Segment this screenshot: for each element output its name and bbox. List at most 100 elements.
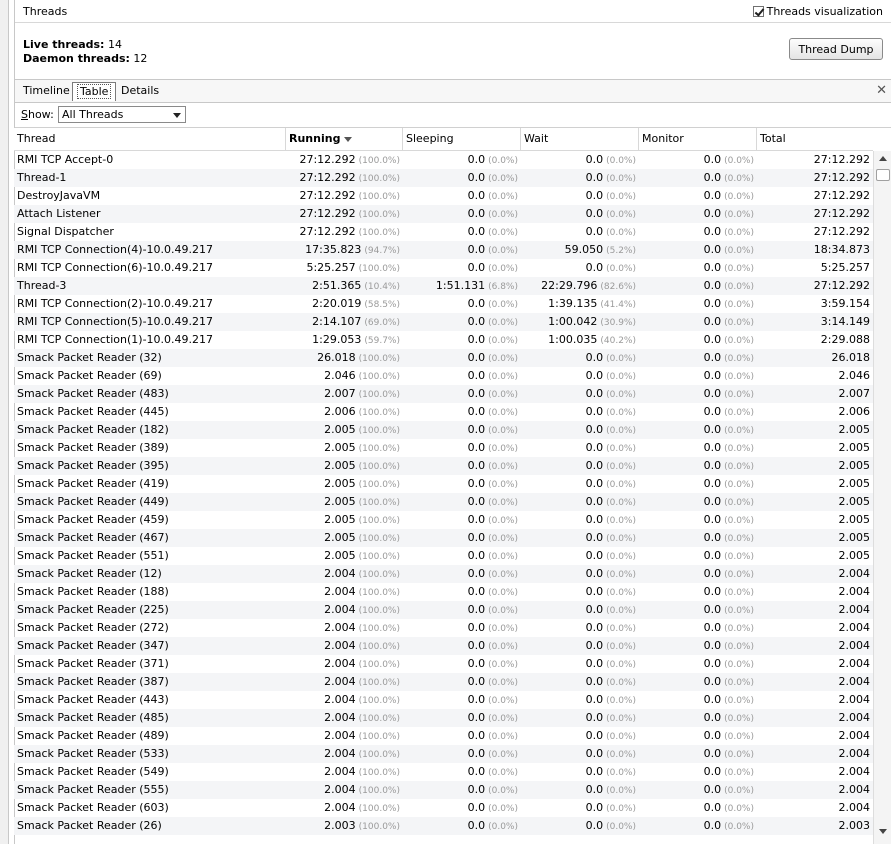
column-header-thread[interactable]: Thread <box>14 128 286 150</box>
table-row[interactable]: Smack Packet Reader (551) 2.005 (100.0%) 0.… <box>14 547 873 565</box>
table-row[interactable]: Smack Packet Reader (395) 2.005 (100.0%) 0.… <box>14 457 873 475</box>
wait-percent: (0.0%) <box>606 426 636 436</box>
threads-visualization-checkbox[interactable] <box>752 6 764 17</box>
wait-percent: (0.0%) <box>606 660 636 670</box>
table-row[interactable]: Smack Packet Reader (371) 2.004 (100.0%) 0.… <box>14 655 873 673</box>
table-row[interactable]: Smack Packet Reader (387) 2.004 (100.0%) 0.… <box>14 673 873 691</box>
table-row[interactable]: Smack Packet Reader (555) 2.004 (100.0%) 0.… <box>14 781 873 799</box>
table-row[interactable]: Smack Packet Reader (182) 2.005 (100.0%) 0.… <box>14 421 873 439</box>
column-header-total[interactable]: Total <box>757 128 873 150</box>
wait-time: 0.0 <box>585 765 604 778</box>
monitor-percent: (0.0%) <box>724 624 754 634</box>
table-row[interactable]: Smack Packet Reader (347) 2.004 (100.0%) 0.… <box>14 637 873 655</box>
table-row[interactable]: Smack Packet Reader (12) 2.004 (100.0%) 0.0… <box>14 565 873 583</box>
table-row[interactable]: Smack Packet Reader (603) 2.004 (100.0%) 0.… <box>14 799 873 817</box>
monitor-time: 0.0 <box>703 639 722 652</box>
table-row[interactable]: RMI TCP Connection(5)-10.0.49.217 2:14.10… <box>14 313 873 331</box>
table-row[interactable]: Smack Packet Reader (485) 2.004 (100.0%) 0.… <box>14 709 873 727</box>
close-icon[interactable]: ✕ <box>876 83 887 98</box>
scrollbar-thumb[interactable] <box>876 169 890 181</box>
running-time: 2.005 <box>324 459 356 472</box>
table-row[interactable]: Smack Packet Reader (188) 2.004 (100.0%) 0.… <box>14 583 873 601</box>
table-row[interactable]: RMI TCP Connection(4)-10.0.49.217 17:35.8… <box>14 241 873 259</box>
tab-details[interactable]: Details <box>117 82 163 100</box>
table-row[interactable]: Smack Packet Reader (443) 2.004 (100.0%) 0.… <box>14 691 873 709</box>
monitor-cell: 0.0 (0.0%) <box>639 259 757 277</box>
wait-cell: 0.0 (0.0%) <box>521 457 639 475</box>
thread-filter-select[interactable]: All Threads <box>58 106 186 123</box>
table-row[interactable]: Thread-3 2:51.365 (10.4%) 1:51.131 (6.8%) 22:… <box>14 277 873 295</box>
tab-timeline[interactable]: Timeline <box>19 82 74 100</box>
wait-cell: 0.0 (0.0%) <box>521 799 639 817</box>
monitor-percent: (0.0%) <box>724 426 754 436</box>
monitor-time: 0.0 <box>703 477 722 490</box>
sleeping-percent: (0.0%) <box>488 228 518 238</box>
monitor-percent: (0.0%) <box>724 588 754 598</box>
running-percent: (100.0%) <box>358 534 400 544</box>
sleeping-percent: (0.0%) <box>488 390 518 400</box>
threads-visualization-toggle[interactable]: Threads visualization <box>752 5 883 18</box>
monitor-time: 0.0 <box>703 729 722 742</box>
table-row[interactable]: Smack Packet Reader (489) 2.004 (100.0%) 0.… <box>14 727 873 745</box>
wait-cell: 0.0 (0.0%) <box>521 601 639 619</box>
running-percent: (100.0%) <box>358 192 400 202</box>
wait-time: 1:39.135 <box>548 297 598 310</box>
table-row[interactable]: Smack Packet Reader (26) 2.003 (100.0%) 0.0… <box>14 817 873 835</box>
table-row[interactable]: Smack Packet Reader (32) 26.018 (100.0%) 0.… <box>14 349 873 367</box>
table-row[interactable]: RMI TCP Connection(2)-10.0.49.217 2:20.01… <box>14 295 873 313</box>
column-header-sleeping[interactable]: Sleeping <box>403 128 521 150</box>
table-row[interactable]: RMI TCP Accept-0 27:12.292 (100.0%) 0.0 (0.0… <box>14 151 873 169</box>
table-row[interactable]: Signal Dispatcher 27:12.292 (100.0%) 0.0 (0.… <box>14 223 873 241</box>
wait-time: 0.0 <box>585 207 604 220</box>
table-row[interactable]: Thread-1 27:12.292 (100.0%) 0.0 (0.0%) 0.0 (0.… <box>14 169 873 187</box>
total-cell: 2.004 <box>838 783 871 796</box>
table-row[interactable]: RMI TCP Connection(6)-10.0.49.217 5:25.25… <box>14 259 873 277</box>
sleeping-percent: (0.0%) <box>488 768 518 778</box>
sleeping-cell: 0.0 (0.0%) <box>403 529 521 547</box>
running-time: 2.004 <box>324 693 356 706</box>
wait-cell: 0.0 (0.0%) <box>521 691 639 709</box>
sleeping-cell: 0.0 (0.0%) <box>403 349 521 367</box>
table-row[interactable]: Smack Packet Reader (225) 2.004 (100.0%) 0.… <box>14 601 873 619</box>
sleeping-time: 0.0 <box>467 495 486 508</box>
monitor-cell: 0.0 (0.0%) <box>639 241 757 259</box>
monitor-time: 0.0 <box>703 369 722 382</box>
table-row[interactable]: Smack Packet Reader (69) 2.046 (100.0%) 0.0… <box>14 367 873 385</box>
scroll-up-icon[interactable] <box>879 156 887 161</box>
running-cell: 2.005 (100.0%) <box>286 529 403 547</box>
table-row[interactable]: RMI TCP Connection(1)-10.0.49.217 1:29.05… <box>14 331 873 349</box>
table-row[interactable]: Smack Packet Reader (483) 2.007 (100.0%) 0.… <box>14 385 873 403</box>
thread-dump-button[interactable]: Thread Dump <box>789 38 883 60</box>
panel-title: Threads <box>23 5 68 18</box>
table-row[interactable]: Smack Packet Reader (459) 2.005 (100.0%) 0.… <box>14 511 873 529</box>
table-row[interactable]: Smack Packet Reader (389) 2.005 (100.0%) 0.… <box>14 439 873 457</box>
sleeping-cell: 0.0 (0.0%) <box>403 187 521 205</box>
vertical-scrollbar[interactable] <box>873 151 891 844</box>
table-row[interactable]: Smack Packet Reader (549) 2.004 (100.0%) 0.… <box>14 763 873 781</box>
column-header-running[interactable]: Running <box>286 128 403 150</box>
table-row[interactable]: Smack Packet Reader (449) 2.005 (100.0%) 0.… <box>14 493 873 511</box>
column-header-wait[interactable]: Wait <box>521 128 639 150</box>
column-header-label: Sleeping <box>406 132 454 145</box>
thread-name-cell: DestroyJavaVM <box>17 189 101 202</box>
wait-cell: 1:39.135 (41.4%) <box>521 295 639 313</box>
sleeping-time: 0.0 <box>467 585 486 598</box>
wait-percent: (0.0%) <box>606 768 636 778</box>
table-row[interactable]: Smack Packet Reader (533) 2.004 (100.0%) 0.… <box>14 745 873 763</box>
table-row[interactable]: Attach Listener 27:12.292 (100.0%) 0.0 (0.0%… <box>14 205 873 223</box>
table-row[interactable]: Smack Packet Reader (272) 2.004 (100.0%) 0.… <box>14 619 873 637</box>
table-row[interactable]: Smack Packet Reader (419) 2.005 (100.0%) 0.… <box>14 475 873 493</box>
monitor-cell: 0.0 (0.0%) <box>639 403 757 421</box>
tab-table[interactable]: Table <box>72 82 117 101</box>
running-time: 2.006 <box>324 405 356 418</box>
running-percent: (100.0%) <box>358 804 400 814</box>
scroll-down-icon[interactable] <box>879 829 887 834</box>
monitor-time: 0.0 <box>703 297 722 310</box>
column-header-monitor[interactable]: Monitor <box>639 128 757 150</box>
table-row[interactable]: Smack Packet Reader (467) 2.005 (100.0%) 0.… <box>14 529 873 547</box>
monitor-percent: (0.0%) <box>724 174 754 184</box>
table-row[interactable]: DestroyJavaVM 27:12.292 (100.0%) 0.0 (0.0%) 0… <box>14 187 873 205</box>
table-row[interactable]: Smack Packet Reader (445) 2.006 (100.0%) 0.… <box>14 403 873 421</box>
sleeping-percent: (0.0%) <box>488 192 518 202</box>
wait-time: 0.0 <box>585 783 604 796</box>
